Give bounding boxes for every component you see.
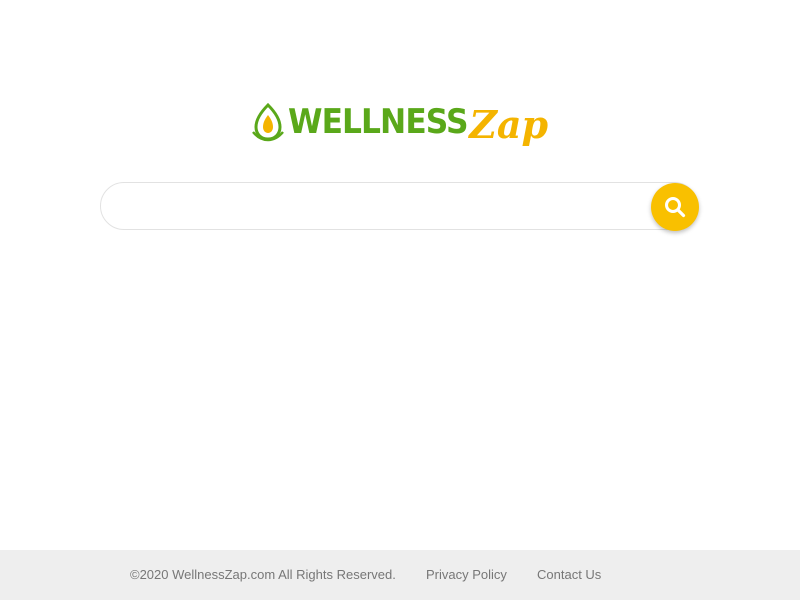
logo-text-zap: Zap — [469, 102, 549, 147]
site-logo[interactable]: WELLNESS Zap — [250, 96, 550, 148]
contact-us-link[interactable]: Contact Us — [537, 567, 601, 582]
search-button[interactable] — [651, 183, 699, 231]
logo-text-wellness: WELLNESS — [288, 102, 468, 142]
search-icon — [665, 197, 686, 218]
footer: ©2020 WellnessZap.com All Rights Reserve… — [0, 550, 800, 600]
copyright-text: ©2020 WellnessZap.com All Rights Reserve… — [130, 567, 396, 582]
search-input[interactable] — [121, 191, 645, 223]
leaf-logo-icon — [252, 102, 284, 142]
privacy-policy-link[interactable]: Privacy Policy — [426, 567, 507, 582]
search-box — [100, 182, 698, 230]
page: WELLNESS Zap ©2020 WellnessZap.com All R… — [0, 0, 800, 600]
